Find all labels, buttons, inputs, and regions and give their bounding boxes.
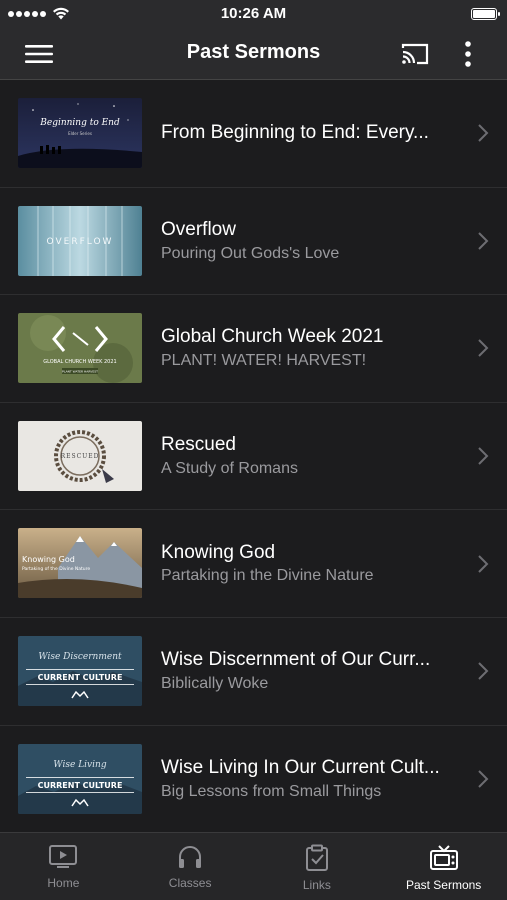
sermon-title: Global Church Week 2021 — [161, 326, 384, 348]
sermon-thumbnail: Knowing God Partaking of the Divine Natu… — [18, 528, 142, 599]
thumb-text: Beginning to End — [39, 118, 120, 128]
chevron-right-icon — [478, 447, 489, 465]
sermon-subtitle: Big Lessons from Small Things — [161, 782, 382, 800]
sermon-list: Beginning to End Elder Series From Begin… — [0, 80, 507, 832]
sermon-row[interactable]: Wise Living CURRENT CULTURE Wise Living … — [0, 726, 507, 832]
sermon-title: Wise Living In Our Current Cult... — [161, 756, 440, 778]
sermon-thumbnail: GLOBAL CHURCH WEEK 2021 PLANT WATER HARV… — [18, 313, 142, 384]
status-bar: 10:26 AM — [0, 0, 507, 28]
tab-label: Classes — [168, 876, 212, 890]
sermon-row[interactable]: Beginning to End Elder Series From Begin… — [0, 80, 507, 188]
more-vertical-icon — [465, 41, 471, 67]
sermon-title: Overflow — [161, 218, 236, 240]
headphones-icon — [179, 846, 202, 868]
sermon-subtitle: A Study of Romans — [161, 459, 298, 477]
sermon-text: Overflow Pouring Out Gods's Love — [161, 188, 461, 295]
sermon-subtitle: Partaking in the Divine Nature — [161, 567, 374, 585]
tab-past-sermons[interactable]: Past Sermons — [380, 833, 507, 900]
sermon-text: Knowing God Partaking in the Divine Natu… — [161, 510, 461, 617]
chevron-right-icon — [478, 124, 489, 143]
sermon-thumbnail: Beginning to End Elder Series — [18, 98, 142, 168]
thumb-caption: PLANT WATER HARVEST — [62, 370, 98, 374]
sermon-subtitle: Biblically Woke — [161, 675, 269, 693]
sermon-row[interactable]: RESCUED Rescued A Study of Romans — [0, 403, 507, 511]
clipboard-check-icon — [305, 844, 328, 871]
more-options-button[interactable] — [454, 38, 482, 70]
thumb-caption: CURRENT CULTURE — [38, 781, 123, 790]
thumb-text: OVERFLOW — [47, 237, 114, 247]
sermon-thumbnail: RESCUED — [18, 420, 142, 491]
thumb-text: RESCUED — [61, 453, 100, 460]
chevron-right-icon — [478, 339, 489, 358]
app-bar: Past Sermons — [0, 28, 507, 80]
thumb-caption: Elder Series — [68, 131, 92, 136]
cast-button[interactable] — [396, 38, 434, 70]
sermon-text: Wise Discernment of Our Curr... Biblical… — [161, 618, 461, 725]
chevron-right-icon — [478, 662, 489, 680]
sermon-title: From Beginning to End: Every... — [161, 121, 429, 143]
sermon-text: Rescued A Study of Romans — [161, 403, 461, 510]
thumb-text: Wise Discernment — [38, 652, 122, 662]
chevron-right-icon — [478, 554, 489, 573]
thumb-text: Knowing God — [22, 555, 75, 564]
chevron-right-icon — [478, 770, 489, 788]
tab-home[interactable]: Home — [0, 833, 127, 900]
chevron-right-icon — [478, 232, 489, 250]
sermon-row[interactable]: Wise Discernment CURRENT CULTURE Wise Di… — [0, 618, 507, 726]
sermon-row[interactable]: Knowing God Partaking of the Divine Natu… — [0, 510, 507, 618]
tab-label: Past Sermons — [405, 878, 482, 892]
sermon-thumbnail: Wise Living CURRENT CULTURE — [18, 743, 142, 814]
sermon-row[interactable]: OVERFLOW Overflow Pouring Out Gods's Lov… — [0, 188, 507, 296]
sermon-text: From Beginning to End: Every... — [161, 80, 461, 187]
sermon-subtitle: PLANT! WATER! HARVEST! — [161, 352, 367, 370]
sermon-title: Wise Discernment of Our Curr... — [161, 649, 431, 671]
sermon-thumbnail: Wise Discernment CURRENT CULTURE — [18, 635, 142, 706]
tv-play-icon — [49, 845, 78, 868]
sermon-text: Wise Living In Our Current Cult... Big L… — [161, 726, 461, 832]
sermon-text: Global Church Week 2021 PLANT! WATER! HA… — [161, 295, 461, 402]
sermon-thumbnail: OVERFLOW — [18, 205, 142, 276]
sermon-title: Rescued — [161, 434, 236, 456]
tab-label: Links — [302, 878, 331, 892]
cast-icon — [401, 43, 429, 65]
sermon-title: Knowing God — [161, 541, 276, 563]
thumb-text: Wise Living — [53, 760, 106, 770]
tab-classes[interactable]: Classes — [127, 833, 254, 900]
retro-tv-icon — [429, 845, 458, 870]
battery-icon — [471, 8, 500, 20]
tab-bar: Home Classes Links Past Sermons — [0, 832, 507, 900]
thumb-caption: CURRENT CULTURE — [38, 673, 123, 682]
tab-links[interactable]: Links — [254, 833, 381, 900]
thumb-caption: Partaking of the Divine Nature — [22, 566, 90, 572]
sermon-subtitle: Pouring Out Gods's Love — [161, 244, 340, 262]
sermon-row[interactable]: GLOBAL CHURCH WEEK 2021 PLANT WATER HARV… — [0, 295, 507, 403]
thumb-text: GLOBAL CHURCH WEEK 2021 — [43, 359, 116, 365]
tab-label: Home — [47, 876, 80, 890]
status-time: 10:26 AM — [220, 5, 287, 22]
